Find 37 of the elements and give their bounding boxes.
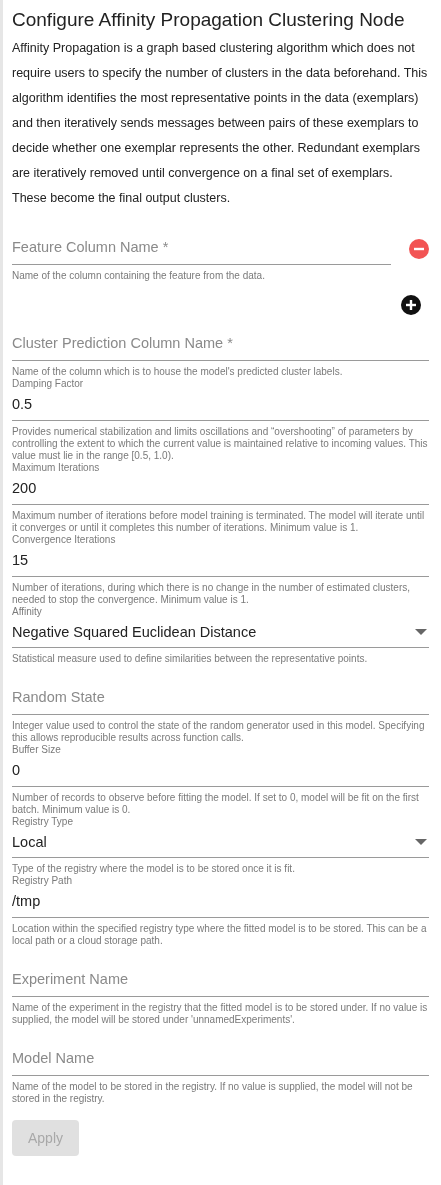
field-label: Maximum Iterations [12,462,101,474]
field-label: Registry Type [12,816,74,828]
input-field[interactable]: 0.5 [12,392,429,421]
help-text: Provides numerical stabilization and limits oscillations and “overshooting” of parameters by controlling the extent to which the current value is maintained relative to incoming values. This value must lie in the range [0.5, 1.0). [12,426,429,462]
help-text: Maximum number of iterations before model training is terminated. The model will iterate until it converges or until it completes this number of iterations. Minimum value is 1. [12,510,426,534]
input-field[interactable]: Model Name [12,1044,429,1076]
help-text: Name of the column containing the feature from the data. [12,270,266,282]
select-field[interactable]: Local [12,830,429,858]
caret-icon [415,629,427,635]
caret-icon [415,839,427,845]
help-text: Number of records to observe before fitting the model. If set to 0, model will be fit on the first batch. Minimum value is 0. [12,792,420,816]
help-text: Integer value used to control the state of the random generator used in this model. Specifying this allows reproducible results across function calls. [12,720,426,744]
remove-icon[interactable] [409,239,429,259]
input-field[interactable]: 15 [12,548,429,577]
dialog-title: Configure Affinity Propagation Clustering Node [12,8,406,32]
input-field[interactable]: Experiment Name [12,965,429,997]
input-field[interactable]: /tmp [12,889,429,918]
input-field[interactable]: 200 [12,476,429,505]
help-text: Name of the column which is to house the model's predicted cluster labels. [12,366,344,378]
field-label: Damping Factor [12,378,85,390]
field-label: Affinity [12,606,43,618]
input-field[interactable]: 0 [12,758,429,787]
select-field[interactable]: Negative Squared Euclidean Distance [12,620,429,648]
help-text: Statistical measure used to define similarities between the representative points. [12,653,369,665]
description: Affinity Propagation is a graph based clustering algorithm which does not require users to specify the number of clusters in the data beforehand. This algorithm identifies the most representative points in the data (exemplars) and then iteratively sends messages between pairs of these exemplars to decide whether one exemplar represents the other. Redundant exemplars are iteratively removed until convergence on a final set of exemplars. These become the final output clusters. [12,40,429,207]
input-field[interactable]: Cluster Prediction Column Name * [12,329,429,361]
help-text: Name of the experiment in the registry that the fitted model is to be stored under. If no value is supplied, the model will be stored under 'unnamedExperiments'. [12,1002,429,1026]
help-text: Number of iterations, during which there is no change in the number of estimated clusters, needed to stop the convergence. Minimum value is 1. [12,582,411,606]
field-label: Buffer Size [12,744,62,756]
help-text: Type of the registry where the model is to be stored once it is fit. [12,863,296,875]
field-label: Convergence Iterations [12,534,117,546]
field-label: Registry Path [12,875,74,887]
help-text: Location within the specified registry type where the fitted model is to be stored. This can be a local path or a cloud storage path. [12,923,428,947]
add-icon[interactable] [401,295,421,315]
input-field[interactable]: Random State [12,683,429,715]
input-field[interactable]: Feature Column Name * [12,233,391,265]
help-text: Name of the model to be stored in the registry. If no value is supplied, the model will not be stored in the registry. [12,1081,414,1105]
